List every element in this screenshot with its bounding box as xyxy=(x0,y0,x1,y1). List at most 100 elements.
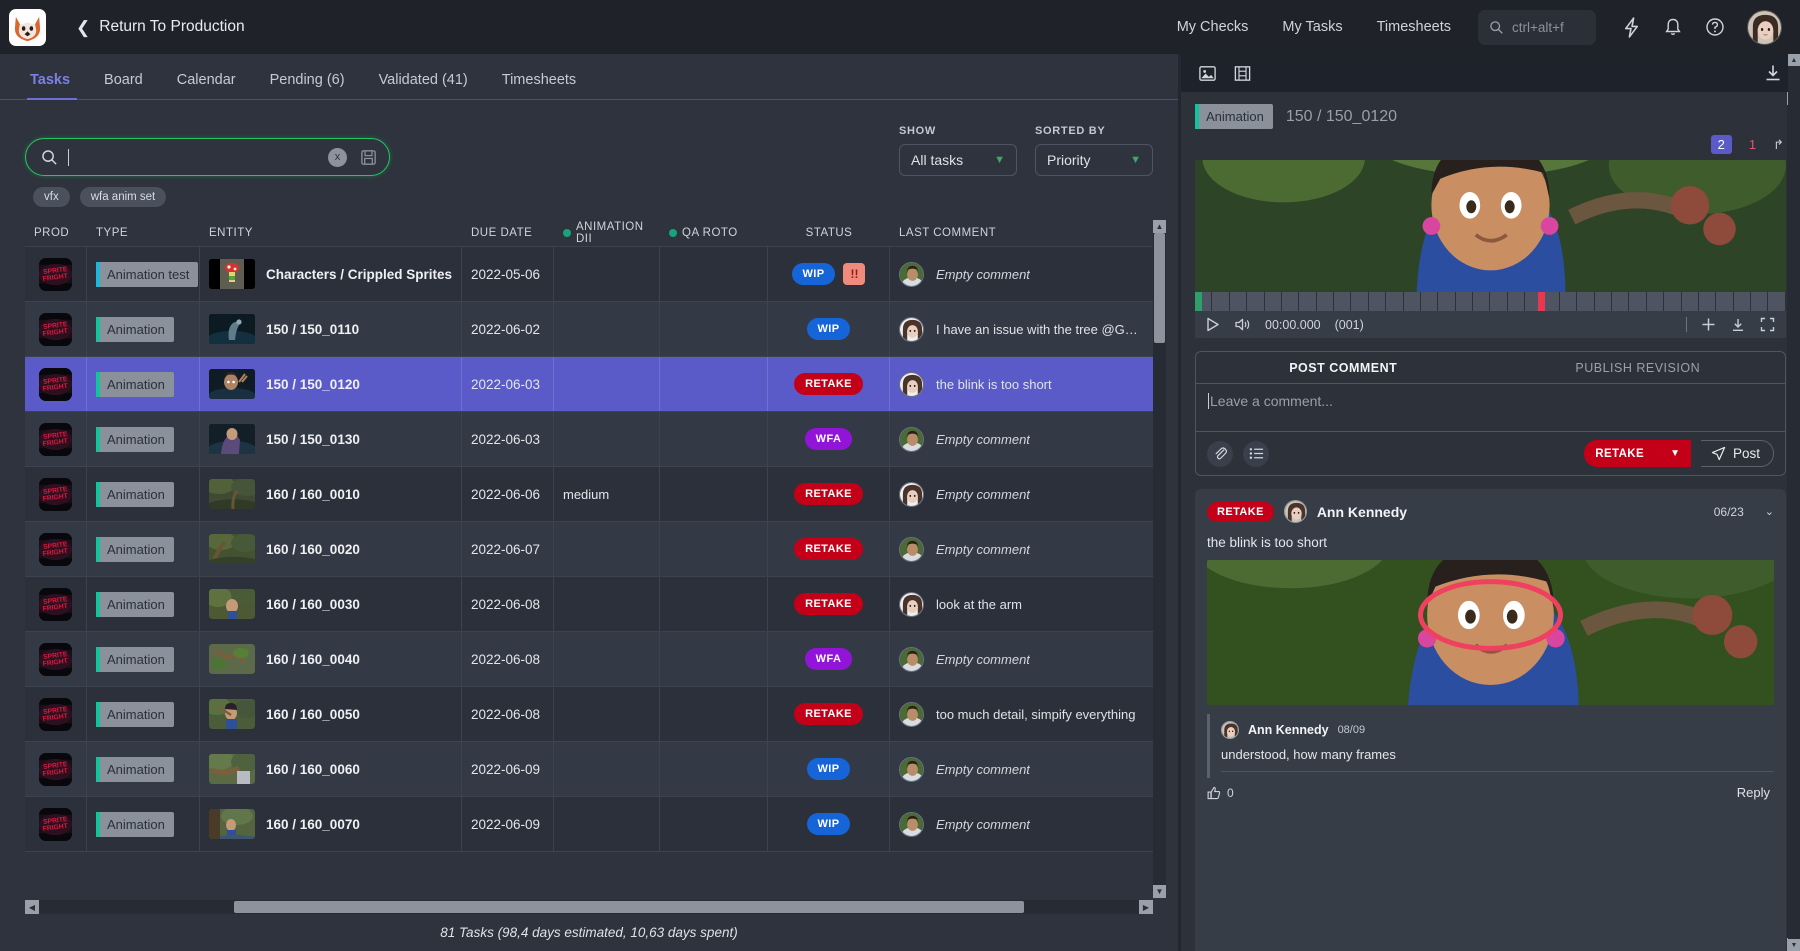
player-timeline[interactable] xyxy=(1195,292,1786,311)
user-avatar[interactable] xyxy=(1747,9,1782,45)
tab-publish-revision[interactable]: PUBLISH REVISION xyxy=(1491,352,1786,383)
row-type[interactable]: Animation xyxy=(87,412,200,466)
scroll-down-icon[interactable]: ▼ xyxy=(1788,939,1800,951)
row-status[interactable]: WIP!! xyxy=(768,247,890,301)
play-icon[interactable] xyxy=(1206,317,1220,332)
row-last-comment[interactable]: too much detail, simpify everything xyxy=(890,687,1148,741)
col-qa-roto[interactable]: QA ROTO xyxy=(660,227,768,239)
row-animation-dii[interactable] xyxy=(554,302,660,356)
row-type[interactable]: Animation xyxy=(87,467,200,521)
col-last-comment[interactable]: LAST COMMENT xyxy=(890,227,1148,239)
row-qa-roto[interactable] xyxy=(660,302,768,356)
timeline-annotation-marker[interactable] xyxy=(1537,292,1545,311)
row-animation-dii[interactable] xyxy=(554,357,660,411)
app-logo-icon[interactable] xyxy=(8,8,46,46)
row-due-date[interactable]: 2022-06-08 xyxy=(462,577,554,631)
row-due-date[interactable]: 2022-06-03 xyxy=(462,357,554,411)
row-type[interactable]: Animation xyxy=(87,742,200,796)
row-last-comment[interactable]: the blink is too short xyxy=(890,357,1148,411)
row-prod-thumbnail[interactable]: SPRITE FRIGHT xyxy=(25,577,87,631)
row-qa-roto[interactable] xyxy=(660,247,768,301)
row-type[interactable]: Animation test xyxy=(87,247,200,301)
table-row[interactable]: SPRITE FRIGHT Animation 160 / 160_0060 2022-… xyxy=(25,742,1153,797)
row-animation-dii[interactable] xyxy=(554,797,660,851)
row-qa-roto[interactable] xyxy=(660,467,768,521)
row-status[interactable]: WIP xyxy=(768,302,890,356)
row-qa-roto[interactable] xyxy=(660,357,768,411)
help-icon[interactable] xyxy=(1698,10,1732,44)
return-to-production-link[interactable]: ❮ Return To Production xyxy=(76,18,245,36)
row-type[interactable]: Animation xyxy=(87,797,200,851)
row-animation-dii[interactable]: medium xyxy=(554,467,660,521)
row-animation-dii[interactable] xyxy=(554,687,660,741)
show-select[interactable]: All tasks ▼ xyxy=(899,144,1017,176)
col-entity[interactable]: ENTITY xyxy=(200,227,462,239)
row-animation-dii[interactable] xyxy=(554,742,660,796)
row-prod-thumbnail[interactable]: SPRITE FRIGHT xyxy=(25,467,87,521)
revision-1[interactable]: 1 xyxy=(1742,135,1763,154)
image-view-icon[interactable] xyxy=(1198,64,1217,83)
row-qa-roto[interactable] xyxy=(660,412,768,466)
like-icon[interactable] xyxy=(1207,786,1221,800)
nav-my-tasks[interactable]: My Tasks xyxy=(1265,19,1359,35)
bell-icon[interactable] xyxy=(1656,10,1690,44)
tab-tasks[interactable]: Tasks xyxy=(25,72,87,100)
post-status-dropdown[interactable]: RETAKE ▼ xyxy=(1584,440,1691,467)
sorted-by-select[interactable]: Priority ▼ xyxy=(1035,144,1153,176)
download-frame-icon[interactable] xyxy=(1730,317,1746,333)
row-prod-thumbnail[interactable]: SPRITE FRIGHT xyxy=(25,247,87,301)
col-prod[interactable]: PROD xyxy=(25,227,87,239)
row-entity[interactable]: 150 / 150_0130 xyxy=(200,412,462,466)
chip-wfa-anim-set[interactable]: wfa anim set xyxy=(79,187,167,207)
table-row[interactable]: SPRITE FRIGHT Animation 150 / 150_0130 2022-… xyxy=(25,412,1153,467)
row-prod-thumbnail[interactable]: SPRITE FRIGHT xyxy=(25,742,87,796)
revision-compare-icon[interactable]: ↱ xyxy=(1773,137,1784,153)
page-vertical-scrollbar[interactable]: ▲ ▼ xyxy=(1788,54,1800,951)
row-last-comment[interactable]: look at the arm xyxy=(890,577,1148,631)
row-status[interactable]: RETAKE xyxy=(768,357,890,411)
row-last-comment[interactable]: Empty comment xyxy=(890,412,1148,466)
row-status[interactable]: WIP xyxy=(768,797,890,851)
row-entity[interactable]: 160 / 160_0070 xyxy=(200,797,462,851)
row-status[interactable]: WIP xyxy=(768,742,890,796)
tab-validated[interactable]: Validated (41) xyxy=(362,72,485,99)
row-status[interactable]: RETAKE xyxy=(768,522,890,576)
row-type[interactable]: Animation xyxy=(87,357,200,411)
row-entity[interactable]: 160 / 160_0020 xyxy=(200,522,462,576)
scroll-left-icon[interactable]: ◀ xyxy=(25,900,39,914)
row-prod-thumbnail[interactable]: SPRITE FRIGHT xyxy=(25,302,87,356)
col-animation-dii[interactable]: ANIMATION DII xyxy=(554,221,660,245)
row-last-comment[interactable]: Empty comment xyxy=(890,742,1148,796)
tab-post-comment[interactable]: POST COMMENT xyxy=(1196,352,1491,383)
task-search-input[interactable]: x xyxy=(25,138,390,176)
table-vertical-scrollbar[interactable]: ▲ ▼ xyxy=(1153,220,1166,898)
row-due-date[interactable]: 2022-06-09 xyxy=(462,742,554,796)
video-player[interactable] xyxy=(1195,160,1786,292)
tab-board[interactable]: Board xyxy=(87,72,160,99)
row-qa-roto[interactable] xyxy=(660,797,768,851)
row-last-comment[interactable]: Empty comment xyxy=(890,632,1148,686)
table-row[interactable]: SPRITE FRIGHT Animation 150 / 150_0110 2022-… xyxy=(25,302,1153,357)
comment-textarea[interactable]: Leave a comment... xyxy=(1196,383,1785,432)
row-qa-roto[interactable] xyxy=(660,742,768,796)
row-type[interactable]: Animation xyxy=(87,632,200,686)
checklist-icon[interactable] xyxy=(1243,440,1269,467)
row-last-comment[interactable]: Empty comment xyxy=(890,797,1148,851)
post-comment-button[interactable]: Post xyxy=(1700,440,1774,467)
table-row[interactable]: SPRITE FRIGHT Animation 160 / 160_0030 2022-… xyxy=(25,577,1153,632)
table-horizontal-scrollbar[interactable]: ◀ ▶ xyxy=(25,900,1153,914)
col-type[interactable]: TYPE xyxy=(87,227,200,239)
row-prod-thumbnail[interactable]: SPRITE FRIGHT xyxy=(25,357,87,411)
col-status[interactable]: STATUS xyxy=(768,227,890,239)
row-animation-dii[interactable] xyxy=(554,247,660,301)
row-animation-dii[interactable] xyxy=(554,632,660,686)
row-entity[interactable]: 160 / 160_0040 xyxy=(200,632,462,686)
thread-annotated-image[interactable] xyxy=(1207,560,1774,705)
nav-my-checks[interactable]: My Checks xyxy=(1160,19,1266,35)
scroll-down-icon[interactable]: ▼ xyxy=(1153,885,1166,898)
row-animation-dii[interactable] xyxy=(554,412,660,466)
row-last-comment[interactable]: Empty comment xyxy=(890,522,1148,576)
chip-vfx[interactable]: vfx xyxy=(33,187,70,207)
row-due-date[interactable]: 2022-06-09 xyxy=(462,797,554,851)
chevron-down-icon[interactable]: ⌄ xyxy=(1765,505,1774,518)
